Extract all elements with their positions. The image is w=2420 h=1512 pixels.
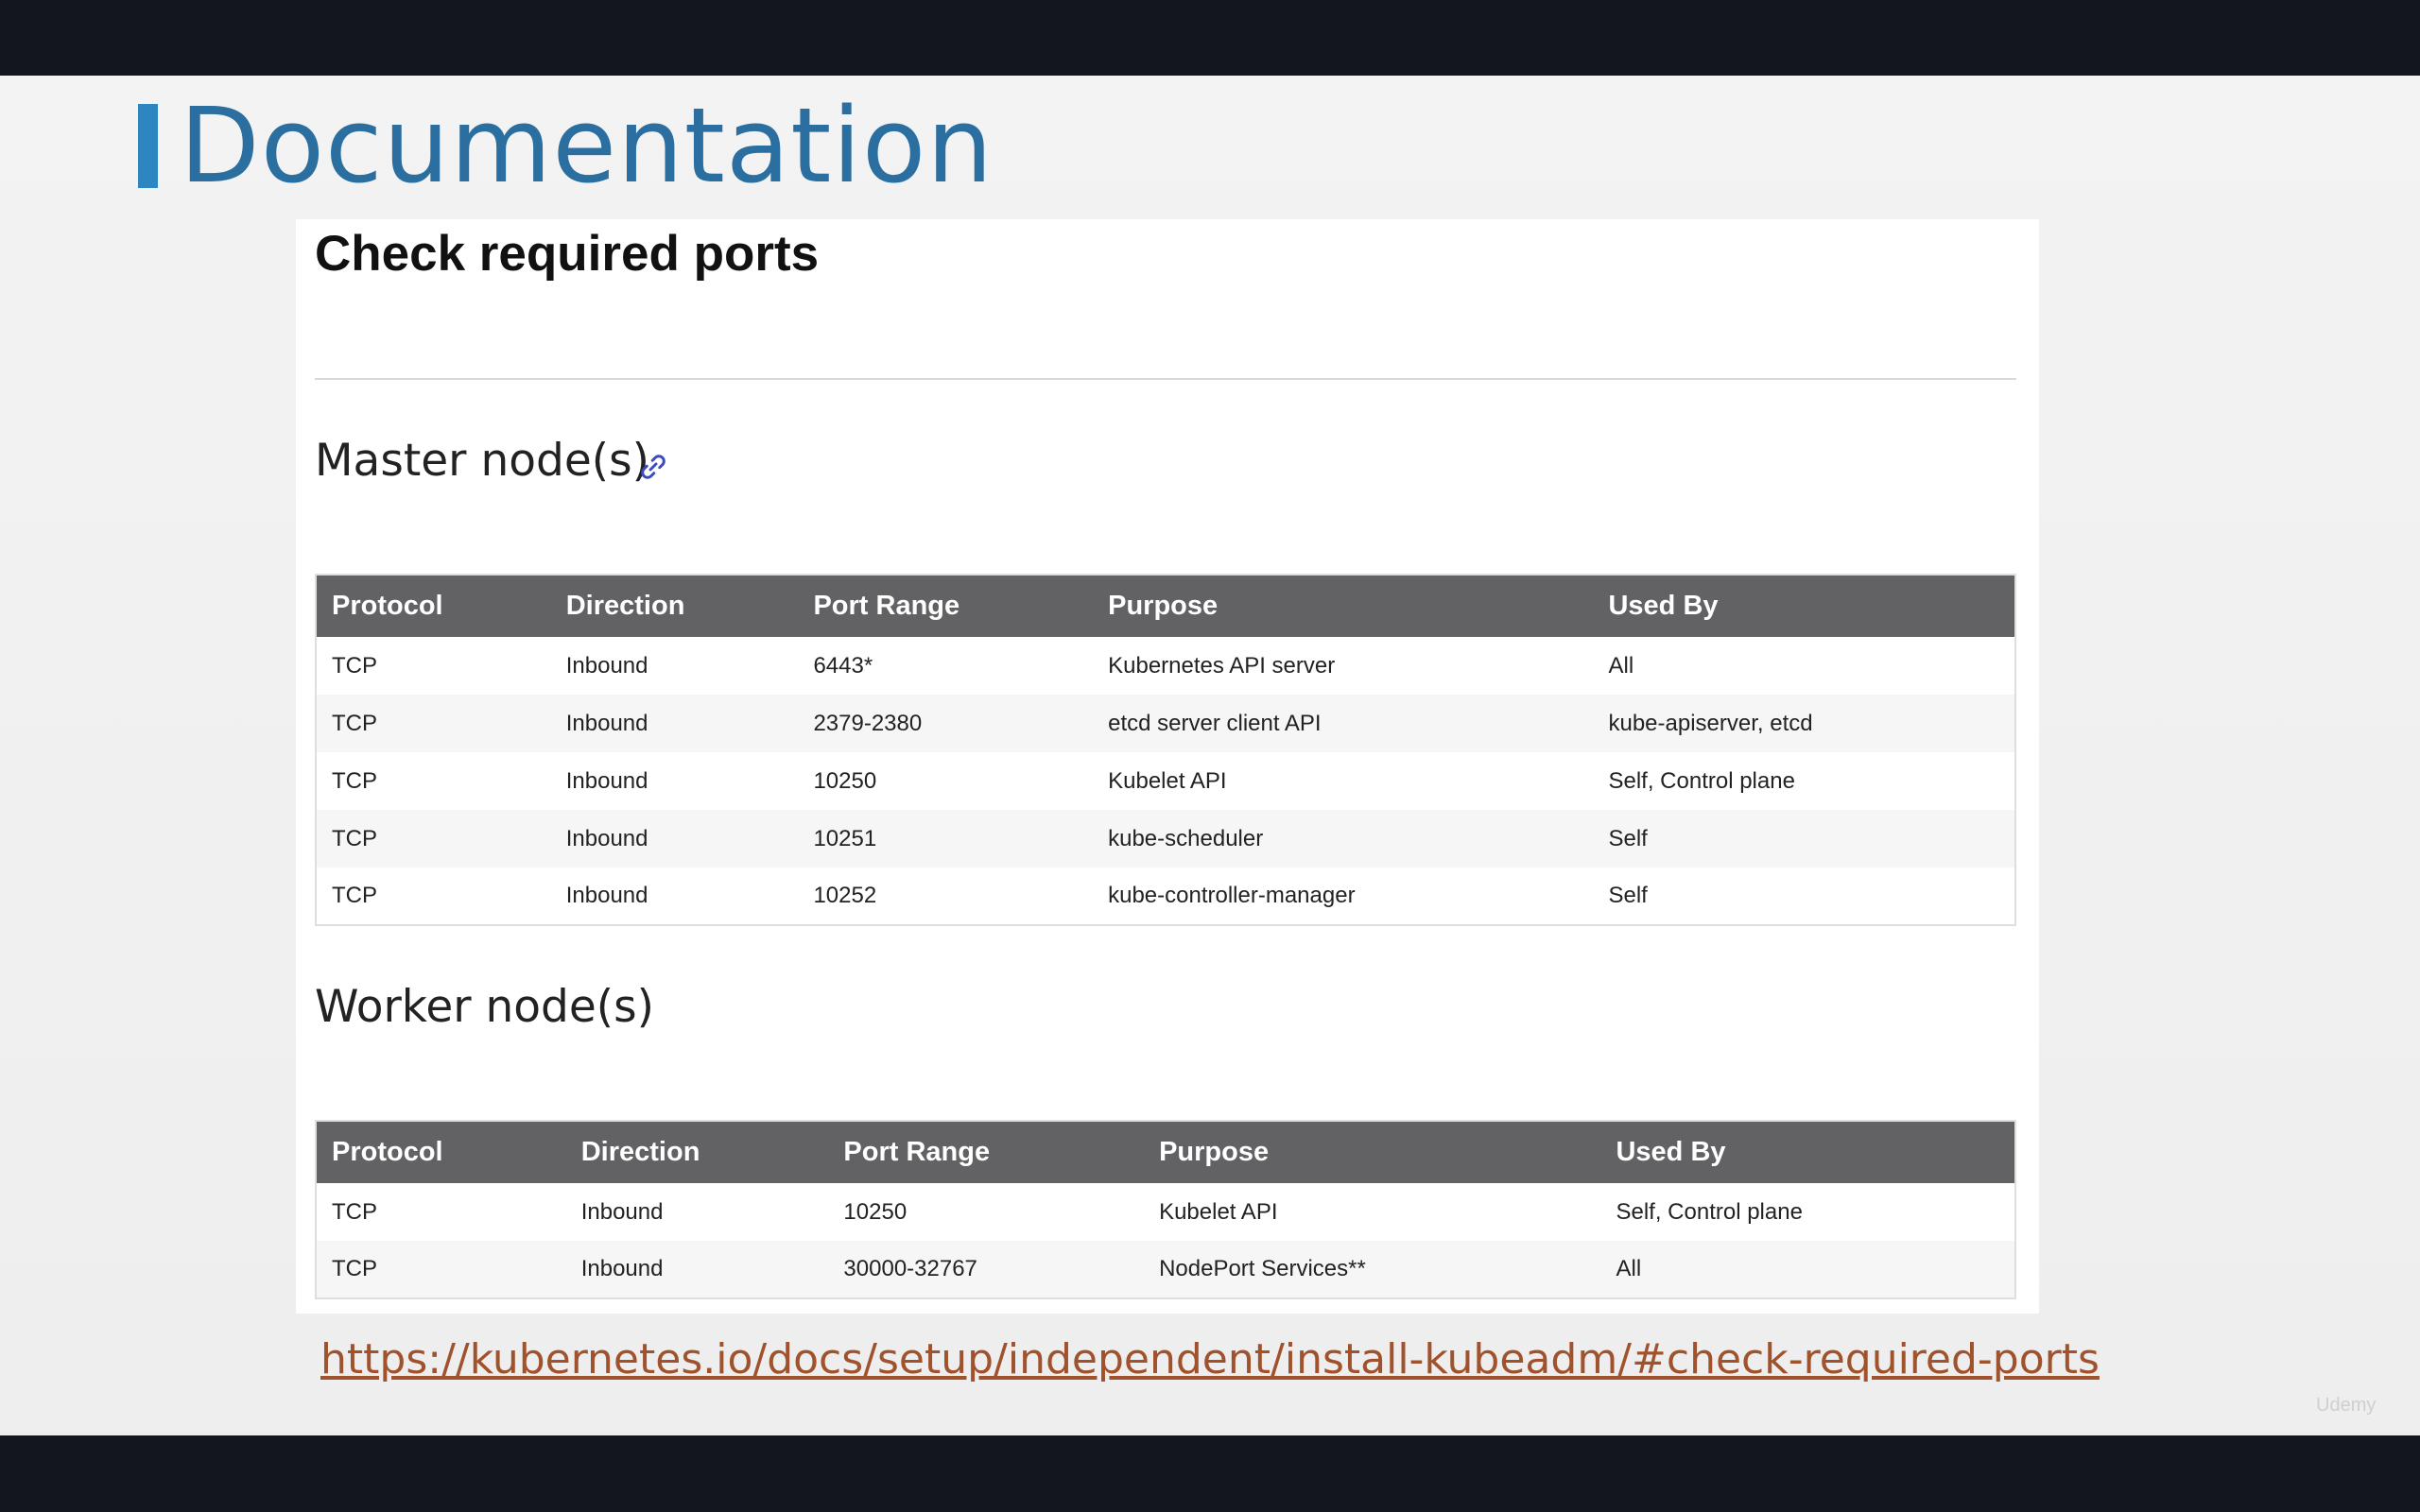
cell-protocol: TCP xyxy=(316,868,551,925)
title-accent-bar xyxy=(138,104,158,188)
cell-purpose: etcd server client API xyxy=(1093,695,1594,752)
header-port-range: Port Range xyxy=(798,575,1094,637)
cell-port-range: 6443* xyxy=(798,637,1094,695)
cell-protocol: TCP xyxy=(316,1183,566,1241)
documentation-screenshot: Check required ports Master node(s) Prot… xyxy=(296,219,2039,1314)
cell-port-range: 30000-32767 xyxy=(828,1241,1145,1298)
cell-port-range: 10251 xyxy=(798,810,1094,868)
doc-heading: Check required ports xyxy=(315,226,820,282)
cell-purpose: Kubelet API xyxy=(1093,752,1594,810)
table-row: TCP Inbound 10250 Kubelet API Self, Cont… xyxy=(316,752,2015,810)
cell-purpose: kube-scheduler xyxy=(1093,810,1594,868)
table-row: TCP Inbound 10252 kube-controller-manage… xyxy=(316,868,2015,925)
cell-direction: Inbound xyxy=(565,1241,829,1298)
header-protocol: Protocol xyxy=(316,575,551,637)
table-row: TCP Inbound 10251 kube-scheduler Self xyxy=(316,810,2015,868)
cell-used-by: All xyxy=(1593,637,2015,695)
header-purpose: Purpose xyxy=(1144,1121,1601,1183)
cell-used-by: kube-apiserver, etcd xyxy=(1593,695,2015,752)
table-header-row: Protocol Direction Port Range Purpose Us… xyxy=(316,1121,2015,1183)
table-row: TCP Inbound 6443* Kubernetes API server … xyxy=(316,637,2015,695)
header-used-by: Used By xyxy=(1600,1121,2015,1183)
cell-port-range: 10252 xyxy=(798,868,1094,925)
cell-direction: Inbound xyxy=(550,637,799,695)
cell-used-by: All xyxy=(1600,1241,2015,1298)
cell-used-by: Self xyxy=(1593,868,2015,925)
table-row: TCP Inbound 2379-2380 etcd server client… xyxy=(316,695,2015,752)
cell-direction: Inbound xyxy=(550,752,799,810)
cell-protocol: TCP xyxy=(316,810,551,868)
master-section-title: Master node(s) xyxy=(315,435,649,487)
cell-direction: Inbound xyxy=(550,810,799,868)
cell-direction: Inbound xyxy=(550,868,799,925)
cell-protocol: TCP xyxy=(316,1241,566,1298)
header-direction: Direction xyxy=(565,1121,829,1183)
cell-direction: Inbound xyxy=(565,1183,829,1241)
cell-purpose: Kubelet API xyxy=(1144,1183,1601,1241)
heading-divider xyxy=(315,378,2016,380)
header-protocol: Protocol xyxy=(316,1121,566,1183)
link-icon[interactable] xyxy=(636,450,670,484)
udemy-watermark-logo: Udemy xyxy=(2316,1395,2377,1416)
master-ports-table: Protocol Direction Port Range Purpose Us… xyxy=(315,574,2016,926)
cell-used-by: Self, Control plane xyxy=(1593,752,2015,810)
table-row: TCP Inbound 10250 Kubelet API Self, Cont… xyxy=(316,1183,2015,1241)
header-used-by: Used By xyxy=(1593,575,2015,637)
cell-port-range: 2379-2380 xyxy=(798,695,1094,752)
header-port-range: Port Range xyxy=(828,1121,1145,1183)
cell-port-range: 10250 xyxy=(828,1183,1145,1241)
cell-purpose: Kubernetes API server xyxy=(1093,637,1594,695)
worker-section-title: Worker node(s) xyxy=(315,981,654,1033)
cell-protocol: TCP xyxy=(316,637,551,695)
slide-title: Documentation xyxy=(180,85,994,206)
cell-direction: Inbound xyxy=(550,695,799,752)
table-header-row: Protocol Direction Port Range Purpose Us… xyxy=(316,575,2015,637)
cell-protocol: TCP xyxy=(316,695,551,752)
cell-protocol: TCP xyxy=(316,752,551,810)
top-letterbox xyxy=(0,0,2420,76)
cell-purpose: kube-controller-manager xyxy=(1093,868,1594,925)
table-row: TCP Inbound 30000-32767 NodePort Service… xyxy=(316,1241,2015,1298)
cell-used-by: Self, Control plane xyxy=(1600,1183,2015,1241)
bottom-letterbox xyxy=(0,1435,2420,1512)
cell-purpose: NodePort Services** xyxy=(1144,1241,1601,1298)
header-purpose: Purpose xyxy=(1093,575,1594,637)
cell-used-by: Self xyxy=(1593,810,2015,868)
worker-ports-table: Protocol Direction Port Range Purpose Us… xyxy=(315,1120,2016,1299)
documentation-url-link[interactable]: https://kubernetes.io/docs/setup/indepen… xyxy=(320,1332,2100,1386)
cell-port-range: 10250 xyxy=(798,752,1094,810)
header-direction: Direction xyxy=(550,575,799,637)
